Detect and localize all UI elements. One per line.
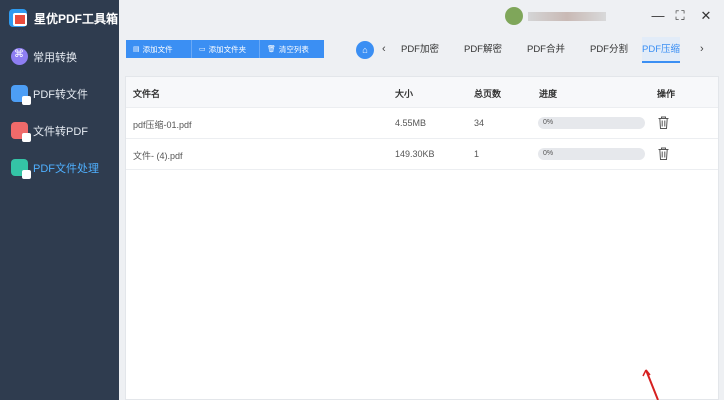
tab-pdf-compress[interactable]: PDF压缩: [642, 37, 680, 63]
table-header: 文件名 大小 总页数 进度 操作: [126, 77, 718, 108]
delete-icon[interactable]: [658, 116, 669, 129]
clear-list-button[interactable]: 🗑 清空列表: [260, 40, 324, 58]
sidebar-item-common-convert[interactable]: 常用转换: [0, 38, 119, 75]
tab-pdf-merge[interactable]: PDF合并: [516, 37, 576, 63]
progress-text: 0%: [543, 119, 554, 126]
tool-tabs: PDF加密 PDF解密 PDF合并 PDF分割 PDF压缩: [380, 37, 680, 63]
folder-icon: ▭: [199, 46, 206, 53]
column-header-progress: 进度: [539, 89, 558, 99]
home-icon: ⌂: [362, 45, 368, 55]
clear-list-label: 清空列表: [278, 44, 309, 54]
app-title: 星优PDF工具箱: [34, 11, 119, 26]
sidebar-item-file-to-pdf[interactable]: 文件转PDF: [0, 112, 119, 149]
blurred-user-name: [528, 12, 606, 21]
progress-bar: 0%: [538, 117, 645, 129]
app-logo-icon: [9, 9, 27, 27]
file-pages: 1: [474, 149, 480, 159]
file-pages: 34: [474, 118, 485, 128]
sidebar-item-pdf-to-file[interactable]: PDF转文件: [0, 75, 119, 112]
file-to-pdf-icon: [11, 122, 31, 142]
add-folder-label: 添加文件夹: [208, 44, 247, 54]
tab-pdf-encrypt[interactable]: PDF加密: [390, 37, 450, 63]
file-name: pdf压缩-01.pdf: [133, 120, 192, 130]
column-header-action: 操作: [657, 89, 676, 99]
pdf-to-file-icon: [11, 85, 31, 105]
sidebar-item-label: 常用转换: [33, 51, 77, 64]
sidebar-item-label: PDF文件处理: [33, 162, 99, 175]
progress-text: 0%: [543, 150, 554, 157]
title-bar: [119, 0, 724, 32]
file-name: 文件- (4).pdf: [133, 151, 183, 161]
add-file-button[interactable]: ▤ 添加文件: [126, 40, 192, 58]
column-header-name: 文件名: [133, 89, 161, 99]
tab-pdf-split[interactable]: PDF分割: [579, 37, 639, 63]
annotation-arrow-icon: [642, 369, 659, 400]
file-icon: ▤: [133, 46, 140, 53]
sidebar-item-label: PDF转文件: [33, 88, 88, 101]
file-size: 149.30KB: [395, 149, 435, 159]
delete-icon[interactable]: [658, 147, 669, 160]
close-button[interactable]: ✕: [696, 6, 716, 26]
avatar[interactable]: [505, 7, 523, 25]
add-folder-button[interactable]: ▭ 添加文件夹: [192, 40, 260, 58]
common-convert-icon: [11, 48, 28, 65]
maximize-button[interactable]: ⛶: [670, 6, 690, 26]
column-header-pages: 总页数: [474, 89, 502, 99]
table-row[interactable]: pdf压缩-01.pdf 4.55MB 34 0%: [126, 108, 718, 139]
tab-scroll-right-icon[interactable]: ›: [700, 43, 704, 55]
sidebar: 星优PDF工具箱 常用转换 PDF转文件 文件转PDF PDF文件处理: [0, 0, 119, 400]
tab-pdf-decrypt[interactable]: PDF解密: [453, 37, 513, 63]
sidebar-item-pdf-process[interactable]: PDF文件处理: [0, 149, 119, 186]
home-button[interactable]: ⌂: [356, 41, 374, 59]
app-header: 星优PDF工具箱: [0, 0, 119, 36]
column-header-size: 大小: [395, 89, 414, 99]
pdf-process-icon: [11, 159, 31, 179]
file-size: 4.55MB: [395, 118, 427, 128]
trash-icon: 🗑: [267, 46, 276, 53]
progress-bar: 0%: [538, 148, 645, 160]
table-row[interactable]: 文件- (4).pdf 149.30KB 1 0%: [126, 139, 718, 170]
minimize-button[interactable]: —: [648, 6, 668, 26]
add-file-label: 添加文件: [142, 44, 173, 54]
sidebar-item-label: 文件转PDF: [33, 125, 88, 138]
file-table: 文件名 大小 总页数 进度 操作 pdf压缩-01.pdf 4.55MB 34 …: [125, 76, 719, 400]
